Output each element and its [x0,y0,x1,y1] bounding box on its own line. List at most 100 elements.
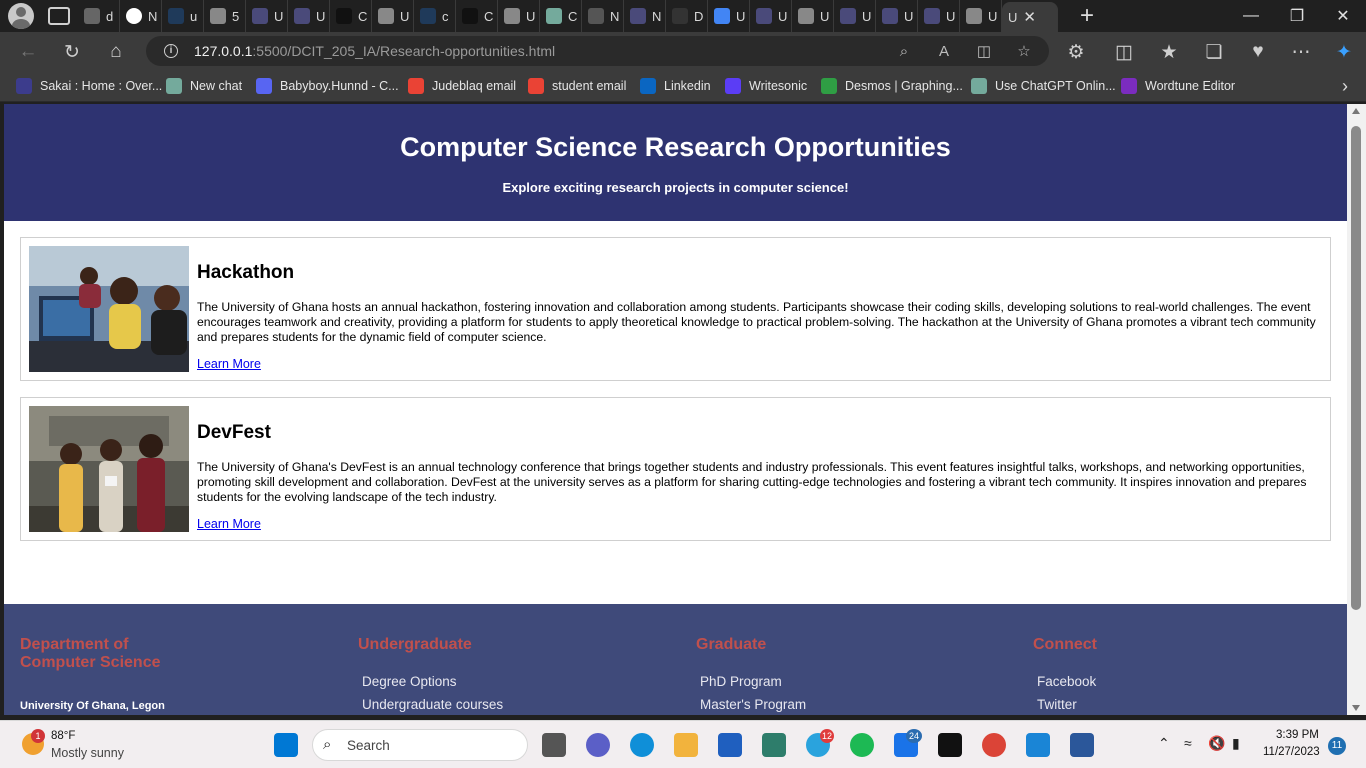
learn-more-link[interactable]: Learn More [197,357,261,371]
scrollbar-thumb[interactable] [1351,126,1361,610]
address-bar[interactable]: i 127.0.0.1:5500/DCIT_205_IA/Research-op… [146,36,1049,66]
card-description: The University of Ghana's DevFest is an … [197,460,1307,504]
clock-date[interactable]: 11/27/2023 [1263,746,1320,758]
favorite-link[interactable]: student email [528,78,626,94]
chevron-right-icon[interactable]: › [1342,76,1348,97]
favorite-link[interactable]: Writesonic [725,78,807,94]
research-card-devfest: DevFest The University of Ghana's DevFes… [20,397,1331,541]
close-window-icon[interactable]: ✕ [1320,0,1366,32]
browser-tab[interactable]: c [414,0,456,32]
favorite-link[interactable]: Judeblaq email [408,78,516,94]
back-icon[interactable]: ← [14,38,42,66]
browser-tab[interactable]: N [582,0,624,32]
zoom-icon[interactable]: ⌕ [894,41,914,61]
browser-tab[interactable]: U [918,0,960,32]
close-tab-icon[interactable]: ✕ [1023,8,1036,26]
favorite-link[interactable]: Linkedin [640,78,711,94]
footer-link-twitter[interactable]: Twitter [1037,697,1077,712]
footer-link-facebook[interactable]: Facebook [1037,674,1096,689]
footer-link-degree-options[interactable]: Degree Options [362,674,457,689]
url-text[interactable]: 127.0.0.1:5500/DCIT_205_IA/Research-oppo… [194,43,555,59]
performance-icon[interactable]: ♥ [1244,38,1272,66]
browser-tab[interactable]: U [246,0,288,32]
browser-tab[interactable]: N [624,0,666,32]
browser-tab[interactable]: U [372,0,414,32]
copilot-icon[interactable]: ✦ [1330,38,1358,66]
collections-icon[interactable]: ❏ [1200,38,1228,66]
browser-tab[interactable]: U [792,0,834,32]
browser-tab[interactable]: U [708,0,750,32]
search-label: Search [347,738,390,753]
netflix-icon[interactable] [938,733,962,757]
page-viewport: Computer Science Research Opportunities … [4,104,1347,715]
chrome-icon[interactable] [982,733,1006,757]
favorite-link[interactable]: New chat [166,78,242,94]
favorite-star-icon[interactable]: ☆ [1014,41,1034,61]
browser-tab[interactable]: D [666,0,708,32]
browser-tab-active[interactable]: U ✕ [1002,2,1058,32]
profile-avatar-icon[interactable] [8,3,34,29]
taskbar-search[interactable]: ⌕ Search [312,729,528,761]
minimize-icon[interactable]: — [1228,0,1274,32]
browser-tab[interactable]: U [960,0,1002,32]
weather-condition[interactable]: Mostly sunny [51,746,124,760]
weather-temperature[interactable]: 88°F [51,730,75,742]
footer-link-phd-program[interactable]: PhD Program [700,674,782,689]
browser-tab[interactable]: N [120,0,162,32]
tab-actions-icon[interactable] [48,7,70,25]
browser-tab[interactable]: U [750,0,792,32]
volume-muted-icon[interactable]: 🔇 [1208,735,1225,752]
favorite-icon [821,78,837,94]
restore-icon[interactable]: ❐ [1274,0,1320,32]
clock-time[interactable]: 3:39 PM [1276,729,1319,741]
windows-start-icon[interactable] [274,733,298,757]
browser-tab[interactable]: U [876,0,918,32]
file-explorer-icon[interactable] [674,733,698,757]
browser-tab[interactable]: 5 [204,0,246,32]
home-icon[interactable]: ⌂ [102,38,130,66]
teams-chat-icon[interactable] [586,733,610,757]
favorite-link[interactable]: Desmos | Graphing... [821,78,963,94]
learn-more-link[interactable]: Learn More [197,517,261,531]
mail-badge: 24 [906,729,922,743]
spotify-icon[interactable] [850,733,874,757]
scroll-down-icon[interactable] [1352,705,1360,711]
favorite-link[interactable]: Use ChatGPT Onlin... [971,78,1116,94]
page-scrollbar[interactable] [1347,104,1366,715]
task-view-icon[interactable] [542,733,566,757]
search-icon: ⌕ [323,736,332,753]
new-tab-icon[interactable]: + [1072,2,1102,30]
read-aloud-icon[interactable]: A [934,41,954,61]
browser-tab[interactable]: C [540,0,582,32]
info-icon[interactable]: i [164,44,178,58]
telegram-badge: 12 [820,729,834,743]
chevron-up-icon[interactable]: ⌃ [1158,735,1170,752]
photos-app-icon[interactable] [762,733,786,757]
favorites-icon[interactable]: ★ [1155,38,1183,66]
notification-count[interactable]: 11 [1328,737,1346,755]
more-menu-icon[interactable]: ⋯ [1287,38,1315,66]
favorite-link[interactable]: Sakai : Home : Over... [16,78,162,94]
footer-link-undergraduate-courses[interactable]: Undergraduate courses [362,697,503,712]
word-icon[interactable] [1070,733,1094,757]
browser-tab[interactable]: U [834,0,876,32]
browser-tab[interactable]: U [498,0,540,32]
vscode-icon[interactable] [1026,733,1050,757]
favorite-link[interactable]: Babyboy.Hunnd - C... [256,78,399,94]
split-screen-icon[interactable]: ◫ [1110,38,1138,66]
browser-tab[interactable]: C [456,0,498,32]
browser-tab[interactable]: u [162,0,204,32]
edge-browser-icon[interactable] [630,733,654,757]
immersive-reader-icon[interactable]: ◫ [974,41,994,61]
browser-tab[interactable]: C [330,0,372,32]
wifi-icon[interactable]: ≈ [1184,735,1192,751]
extensions-icon[interactable]: ⚙ [1062,38,1090,66]
refresh-icon[interactable]: ↻ [58,38,86,66]
footer-link-masters-program[interactable]: Master's Program [700,697,806,712]
microsoft-store-icon[interactable] [718,733,742,757]
favorite-link[interactable]: Wordtune Editor [1121,78,1235,94]
browser-tab[interactable]: d [78,0,120,32]
battery-icon[interactable]: ▮ [1232,735,1240,752]
scroll-up-icon[interactable] [1352,108,1360,114]
browser-tab[interactable]: U [288,0,330,32]
